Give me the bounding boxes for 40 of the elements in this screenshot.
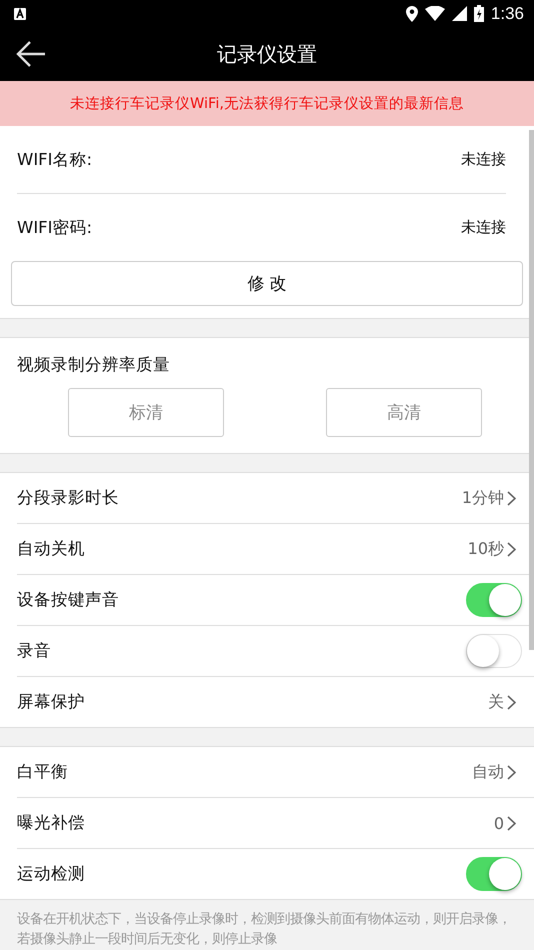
setting-value: 自动 (472, 762, 504, 782)
notification-icon (14, 8, 26, 20)
setting-value: 10秒 (468, 538, 504, 560)
back-button[interactable] (16, 41, 46, 68)
modify-button[interactable]: 修 改 (11, 261, 523, 306)
setting-value: 0 (494, 814, 504, 832)
field-label: WIFI密码: (17, 216, 92, 238)
setting-label: 运动检测 (17, 863, 85, 885)
clock-time: 1:36 (490, 4, 524, 24)
chevron-right-icon (507, 764, 516, 780)
field-value: 未连接 (461, 218, 506, 237)
setting-label: 白平衡 (17, 761, 68, 783)
toggle-switch[interactable] (466, 634, 522, 668)
warning-text: 未连接行车记录仪WiFi,无法获得行车记录仪设置的最新信息 (70, 94, 464, 113)
description-text: 设备在开机状态下，当设备停止录像时，检测到摄像头前面有物体运动，则开启录像，若摄像头静止一段时间后无变化，则停止录像 (17, 910, 512, 949)
setting-value: 关 (488, 692, 504, 712)
chevron-right-icon (507, 694, 516, 710)
setting-label: 自动关机 (17, 538, 85, 560)
setting-label: 设备按键声音 (17, 589, 119, 611)
chevron-right-icon (507, 816, 516, 830)
toggle-switch[interactable] (466, 583, 522, 617)
battery-icon (474, 5, 484, 22)
field-value: 未连接 (461, 150, 506, 169)
field-label: WIFI名称: (17, 148, 92, 170)
quality-option[interactable]: 高清 (326, 388, 482, 437)
signal-icon (452, 6, 467, 22)
back-arrow-icon (16, 41, 46, 68)
wifi-icon (424, 6, 445, 22)
section-title: 视频录制分辨率质量 (16, 354, 171, 376)
toggle-switch[interactable] (466, 857, 522, 891)
chevron-right-icon (507, 490, 516, 506)
setting-label: 分段录影时长 (17, 487, 119, 509)
location-icon (406, 6, 418, 22)
setting-label: 屏幕保护 (17, 691, 85, 713)
quality-option[interactable]: 标清 (68, 388, 224, 437)
setting-value: 1分钟 (462, 488, 504, 508)
page-title: 记录仪设置 (217, 40, 317, 68)
setting-label: 录音 (17, 640, 51, 662)
chevron-right-icon (507, 542, 516, 556)
setting-label: 曝光补偿 (17, 812, 85, 834)
